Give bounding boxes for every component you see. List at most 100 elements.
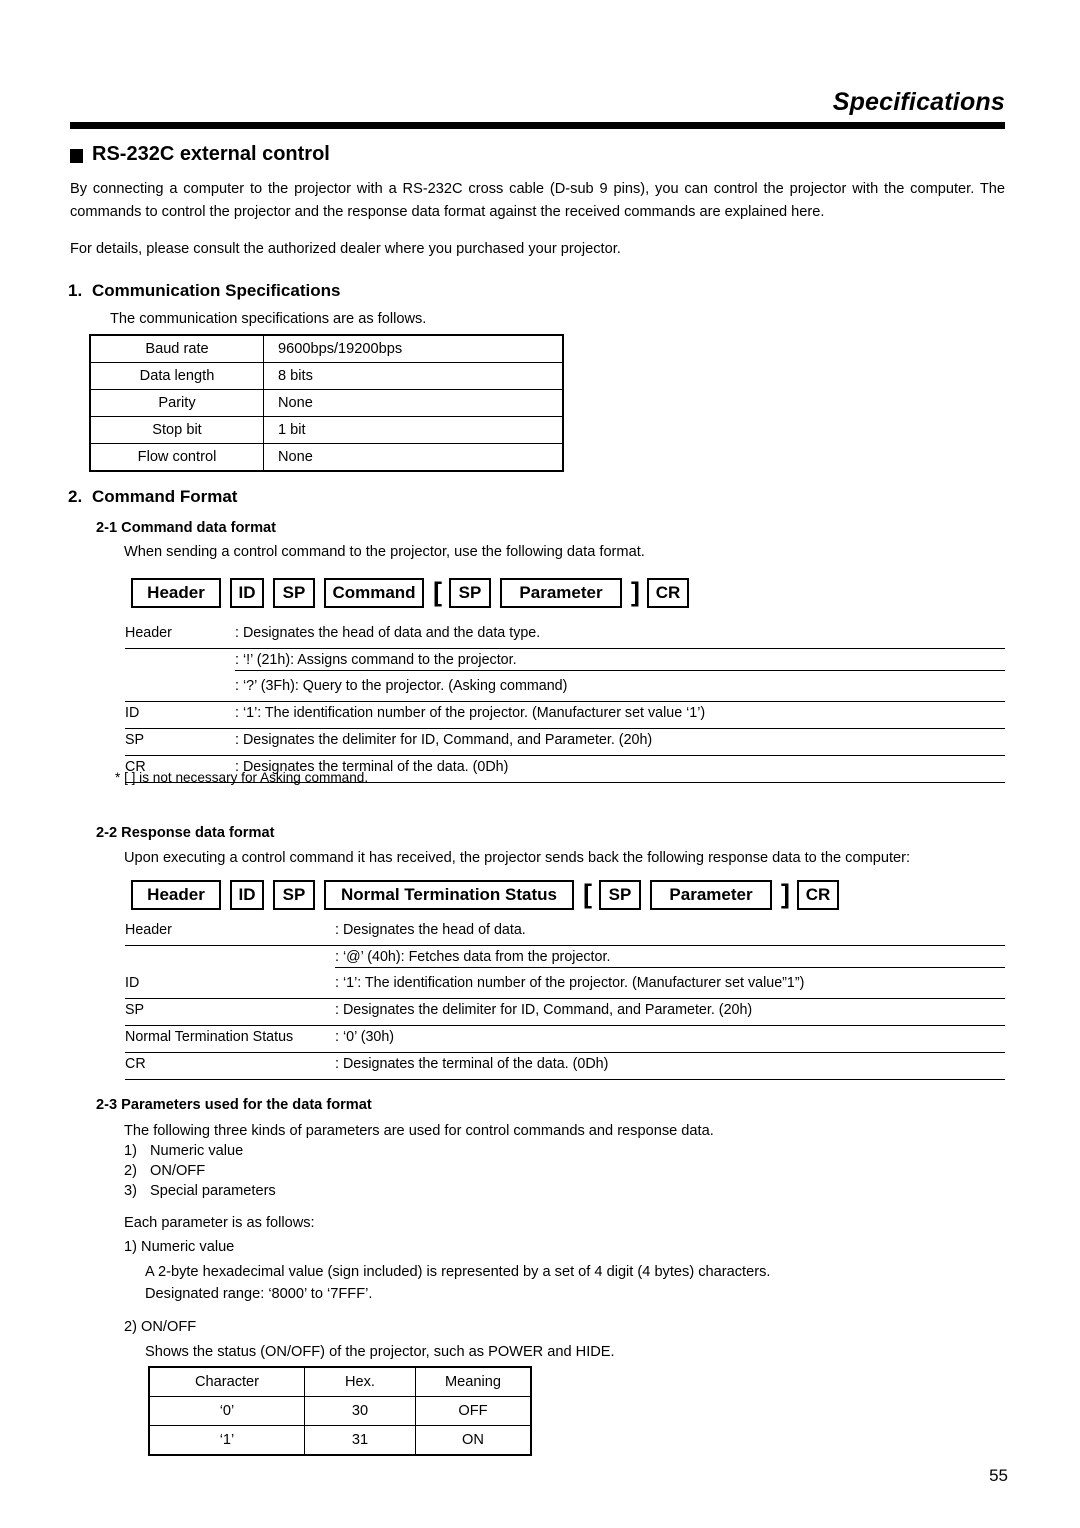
diagram-box-cr: CR xyxy=(647,578,689,608)
table-row: Stop bit 1 bit xyxy=(89,416,564,444)
page-number: 55 xyxy=(989,1466,1008,1485)
diagram-box-sp-2: SP xyxy=(449,578,491,608)
spec-value: None xyxy=(263,389,564,417)
diagram-box-sp-2: SP xyxy=(599,880,641,910)
definition-row: : ‘@’ (40h): Fetches data from the proje… xyxy=(125,946,1005,972)
diagram-box-command: Command xyxy=(324,578,424,608)
parameter-kind-item: 2) ON/OFF xyxy=(124,1163,205,1179)
table-header-row: Character Hex. Meaning xyxy=(148,1366,532,1397)
definition-desc: : Designates the head of data and the da… xyxy=(235,625,541,641)
response-format-diagram: Header ID SP Normal Termination Status [… xyxy=(131,880,839,910)
spec-value: None xyxy=(263,443,564,472)
definition-row: ID : ‘1’: The identification number of t… xyxy=(125,702,1005,729)
column-header-meaning: Meaning xyxy=(415,1366,532,1397)
table-row: ‘1’ 31 ON xyxy=(148,1425,532,1456)
spec-value: 9600bps/19200bps xyxy=(263,334,564,363)
list-marker: 1) xyxy=(124,1143,137,1159)
definition-row: ID : ‘1’: The identification number of t… xyxy=(125,972,1005,999)
definition-term: CR xyxy=(125,1056,146,1072)
header-rule xyxy=(70,122,1005,129)
spec-value: 8 bits xyxy=(263,362,564,390)
cell-hex: 31 xyxy=(304,1425,416,1456)
diagram-box-sp-1: SP xyxy=(273,578,315,608)
subheading-text-2-1: Command data format xyxy=(121,520,277,536)
diagram-bracket-open: [ xyxy=(583,879,592,909)
spec-label: Flow control xyxy=(89,443,264,472)
subheading-number-2-3: 2-3 xyxy=(96,1097,118,1113)
command-format-diagram: Header ID SP Command [ SP Parameter ] CR xyxy=(131,578,689,608)
list-marker: 2) xyxy=(124,1163,137,1179)
spec-value: 1 bit xyxy=(263,416,564,444)
diagram-bracket-open: [ xyxy=(433,577,442,607)
definition-row: : ‘!’ (21h): Assigns command to the proj… xyxy=(125,649,1005,675)
heading-text-1: Communication Specifications xyxy=(92,281,341,300)
command-definitions-table: Header : Designates the head of data and… xyxy=(125,622,1005,783)
definition-desc: : ‘1’: The identification number of the … xyxy=(335,975,805,991)
column-header-character: Character xyxy=(148,1366,305,1397)
section-title: RS-232C external control xyxy=(92,143,330,165)
table-row: ‘0’ 30 OFF xyxy=(148,1396,532,1426)
definition-row: Header : Designates the head of data and… xyxy=(125,622,1005,649)
cell-hex: 30 xyxy=(304,1396,416,1426)
definition-term: Header xyxy=(125,922,172,938)
diagram-box-id: ID xyxy=(230,578,264,608)
list-marker: 3) xyxy=(124,1183,137,1199)
diagram-bracket-close: ] xyxy=(781,879,790,909)
definition-desc: : Designates the delimiter for ID, Comma… xyxy=(335,1002,753,1018)
diagram-box-cr: CR xyxy=(797,880,839,910)
definition-desc: : ‘0’ (30h) xyxy=(335,1029,395,1045)
diagram-bracket-close: ] xyxy=(631,577,640,607)
heading-text-2: Command Format xyxy=(92,487,238,506)
heading-communication-specifications: 1. Communication Specifications xyxy=(68,281,340,301)
definition-row: CR : Designates the terminal of the data… xyxy=(125,1053,1005,1080)
intro-paragraph: By connecting a computer to the projecto… xyxy=(70,181,1005,220)
spec-label: Baud rate xyxy=(89,334,264,363)
spec-label: Stop bit xyxy=(89,416,264,444)
diagram-box-parameter: Parameter xyxy=(500,578,622,608)
definition-term: SP xyxy=(125,1002,145,1018)
asking-command-note: * [ ] is not necessary for Asking comman… xyxy=(115,770,369,785)
parameter-kind-item: 1) Numeric value xyxy=(124,1143,243,1159)
subheading-number-2-2: 2-2 xyxy=(96,825,118,841)
table-row: Parity None xyxy=(89,389,564,417)
list-label: Numeric value xyxy=(150,1143,244,1159)
subheading-text-2-2: Response data format xyxy=(121,825,275,841)
comm-spec-lead: The communication specifications are as … xyxy=(110,311,427,327)
cell-character: ‘1’ xyxy=(148,1425,305,1456)
definition-desc: : ‘!’ (21h): Assigns command to the proj… xyxy=(235,652,1005,671)
definition-desc: : ‘@’ (40h): Fetches data from the proje… xyxy=(335,949,1005,968)
subheading-number-2-1: 2-1 xyxy=(96,520,118,536)
definition-term: SP xyxy=(125,732,145,748)
definition-row: : ‘?’ (3Fh): Query to the projector. (As… xyxy=(125,675,1005,702)
onoff-title: 2) ON/OFF xyxy=(124,1319,197,1335)
subheading-response-data-format: 2-2 Response data format xyxy=(96,825,274,841)
subheading-parameters-used: 2-3 Parameters used for the data format xyxy=(96,1097,372,1113)
intro-paragraph-2: For details, please consult the authoriz… xyxy=(70,241,621,257)
column-header-hex: Hex. xyxy=(304,1366,416,1397)
definition-row: SP : Designates the delimiter for ID, Co… xyxy=(125,999,1005,1026)
section-heading: RS-232C external control xyxy=(70,143,330,166)
table-row: Baud rate 9600bps/19200bps xyxy=(89,334,564,363)
table-row: Data length 8 bits xyxy=(89,362,564,390)
each-parameter-lead: Each parameter is as follows: xyxy=(124,1215,315,1231)
onoff-lead: Shows the status (ON/OFF) of the project… xyxy=(145,1344,615,1360)
numeric-value-line-2: Designated range: ‘8000’ to ‘7FFF’. xyxy=(145,1286,373,1302)
heading-command-format: 2. Command Format xyxy=(68,487,237,507)
definition-desc: : ‘?’ (3Fh): Query to the projector. (As… xyxy=(235,678,568,694)
onoff-status-table: Character Hex. Meaning ‘0’ 30 OFF ‘1’ 31… xyxy=(148,1366,532,1456)
definition-term: Normal Termination Status xyxy=(125,1029,294,1045)
heading-number-1: 1. xyxy=(68,281,83,300)
document-page: Specifications RS-232C external control … xyxy=(0,0,1080,1528)
numeric-value-title: 1) Numeric value xyxy=(124,1239,235,1255)
running-head: Specifications xyxy=(832,88,1005,116)
cell-meaning: ON xyxy=(415,1425,532,1456)
diagram-box-id: ID xyxy=(230,880,264,910)
subheading-text-2-3: Parameters used for the data format xyxy=(121,1097,372,1113)
filled-square-bullet-icon xyxy=(70,148,83,163)
list-label: ON/OFF xyxy=(150,1163,206,1179)
parameters-lead: The following three kinds of parameters … xyxy=(124,1123,714,1139)
numeric-value-line-1: A 2-byte hexadecimal value (sign include… xyxy=(145,1264,771,1280)
definition-row: SP : Designates the delimiter for ID, Co… xyxy=(125,729,1005,756)
parameter-kind-item: 3) Special parameters xyxy=(124,1183,276,1199)
definition-desc: : ‘1’: The identification number of the … xyxy=(235,705,706,721)
